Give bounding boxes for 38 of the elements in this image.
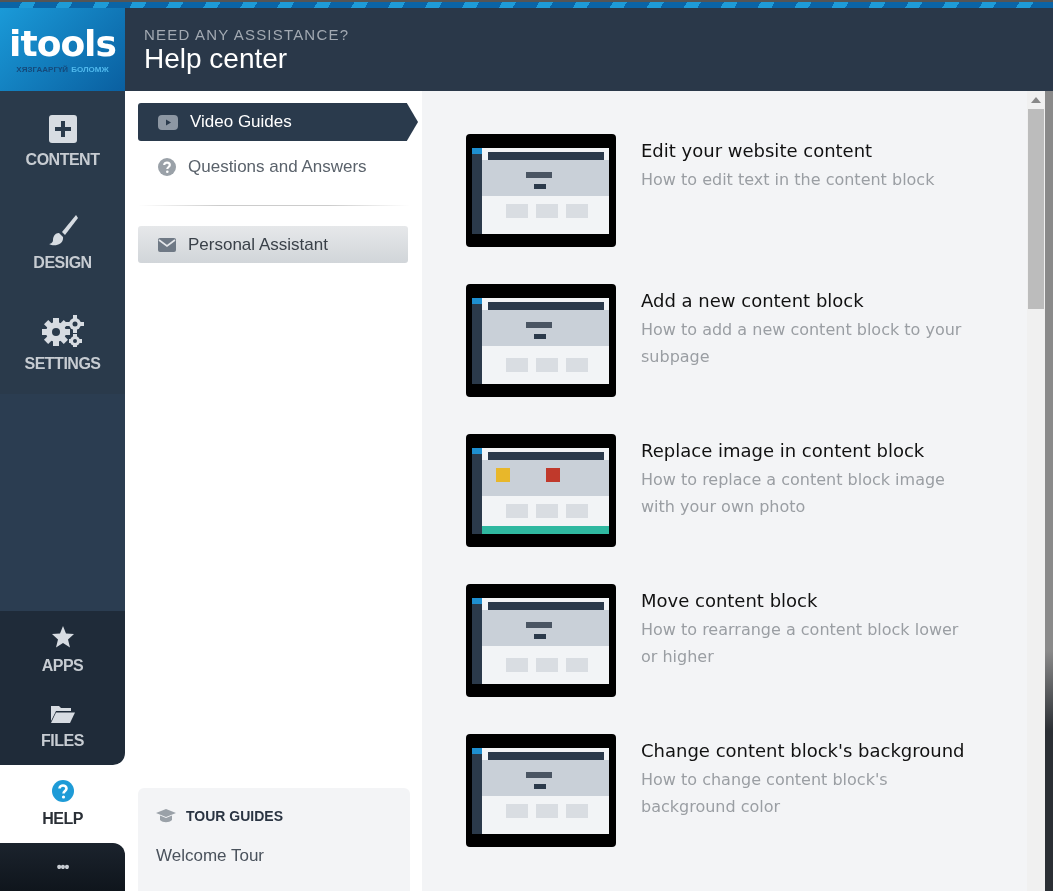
logo[interactable]: itools ХЯЗГААРГҮЙ БОЛОМЖ [0, 8, 125, 91]
video-description: How to replace a content block image with your own photo [641, 469, 946, 518]
nav-item[interactable]: CONTENT [0, 91, 125, 192]
help-icon [51, 780, 74, 802]
scrollbar[interactable] [1027, 91, 1045, 891]
tagline-text: ХЯЗГААРГҮЙ [16, 65, 69, 74]
video-description: How to add a new content block to your subpage [641, 319, 963, 368]
nav-item[interactable]: FILES [0, 688, 125, 765]
header-subtitle: NEED ANY ASSISTANCE? [144, 26, 351, 43]
tagline-text: БОЛОМЖ [71, 65, 109, 74]
video-icon [158, 114, 178, 130]
video-title[interactable]: Change content block's background [641, 736, 971, 766]
video-description: How to change content block's background color [641, 769, 889, 818]
video-title[interactable]: Replace image in content block [641, 436, 971, 466]
nav-item[interactable]: APPS [0, 611, 125, 688]
personal-assistant-button[interactable]: Personal Assistant [138, 226, 408, 263]
video-title[interactable]: Edit your website content [641, 136, 971, 166]
video-title[interactable]: Move content block [641, 586, 971, 616]
star-icon [50, 624, 75, 649]
envelope-icon [158, 237, 176, 252]
section-title: TOUR GUIDES [186, 808, 283, 824]
video-title[interactable]: Add a new content block [641, 286, 971, 316]
video-description: How to edit text in the content block [641, 169, 936, 191]
menu-item[interactable]: Video Guides [138, 103, 418, 141]
nav-item[interactable]: ••• [0, 843, 125, 891]
question-icon [158, 158, 176, 176]
menu-item[interactable]: Questions and Answers [138, 148, 410, 186]
tour-link[interactable]: Welcome Tour [156, 846, 392, 866]
brush-icon [47, 213, 78, 246]
folder-icon [49, 703, 76, 724]
logo-text: itools [9, 25, 116, 63]
plus-icon [48, 114, 77, 143]
nav-item[interactable]: SETTINGS [0, 293, 125, 394]
nav-item[interactable]: DESIGN [0, 192, 125, 293]
page-title: Help center [144, 43, 289, 75]
graduation-cap-icon [156, 809, 176, 823]
gears-icon [41, 314, 84, 347]
video-description: How to rearrange a content block lower or higher [641, 619, 960, 668]
